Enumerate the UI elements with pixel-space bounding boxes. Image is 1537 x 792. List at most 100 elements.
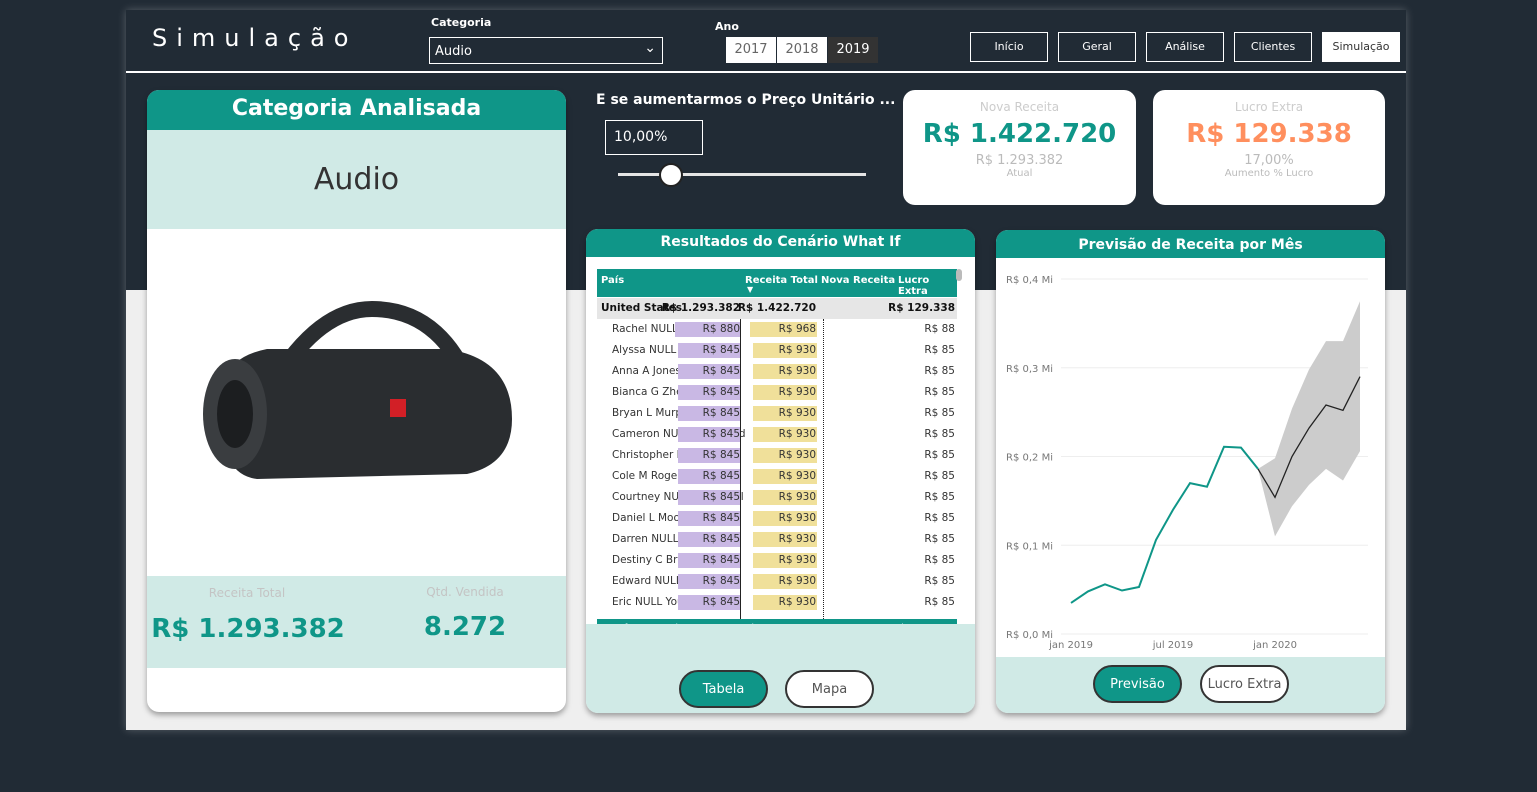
row-lucro: R$ 85 xyxy=(924,596,955,608)
table-row[interactable]: Courtney NULL Campbell R$ 845 R$ 930 R$ … xyxy=(597,487,957,508)
row-name: Cole M Rogers xyxy=(612,470,688,482)
table-row[interactable]: Cameron NULL McDonald R$ 845 R$ 930 R$ 8… xyxy=(597,424,957,445)
row-nova: R$ 930 xyxy=(778,512,816,524)
y-tick-label: R$ 0,2 Mi xyxy=(1006,453,1053,464)
row-nova: R$ 930 xyxy=(778,407,816,419)
table-row[interactable]: Daniel L Moore R$ 845 R$ 930 R$ 85 xyxy=(597,508,957,529)
whatif-value-input[interactable]: 10,00% xyxy=(605,120,703,155)
aumento-lucro-label: Aumento % Lucro xyxy=(1224,168,1314,179)
row-receita: R$ 845 xyxy=(702,365,740,377)
nova-receita-value: R$ 1.422.720 xyxy=(922,119,1117,149)
vertical-scrollbar[interactable] xyxy=(956,269,962,281)
row-nova: R$ 930 xyxy=(778,554,816,566)
group-row[interactable]: United States R$ 1.293.382 R$ 1.422.720 … xyxy=(597,298,957,319)
col-nova-receita[interactable]: Nova Receita xyxy=(821,275,895,286)
x-tick-label: jan 2019 xyxy=(1048,640,1093,651)
row-lucro: R$ 85 xyxy=(924,428,955,440)
results-table[interactable]: País Receita Total ▼ Nova Receita Lucro … xyxy=(597,269,962,646)
chevron-down-icon: ⌄ xyxy=(644,40,656,56)
row-lucro: R$ 85 xyxy=(924,575,955,587)
row-receita: R$ 845 xyxy=(702,428,740,440)
table-row[interactable]: Bryan L Murphy R$ 845 R$ 930 R$ 85 xyxy=(597,403,957,424)
row-lucro: R$ 85 xyxy=(924,554,955,566)
row-lucro: R$ 85 xyxy=(924,365,955,377)
x-tick-label: jan 2020 xyxy=(1252,640,1297,651)
mapa-button[interactable]: Mapa xyxy=(785,670,874,708)
nav-analise[interactable]: Análise xyxy=(1146,32,1224,62)
row-receita: R$ 845 xyxy=(702,386,740,398)
category-label: Categoria xyxy=(431,16,492,29)
whatif-label: E se aumentarmos o Preço Unitário ... xyxy=(596,92,896,108)
table-row[interactable]: Darren NULL Arun R$ 845 R$ 930 R$ 85 xyxy=(597,529,957,550)
table-row[interactable]: Christopher F Martinez R$ 845 R$ 930 R$ … xyxy=(597,445,957,466)
table-row[interactable]: Alyssa NULL Reed R$ 845 R$ 930 R$ 85 xyxy=(597,340,957,361)
row-receita: R$ 845 xyxy=(702,512,740,524)
row-nova: R$ 930 xyxy=(778,596,816,608)
row-nova: R$ 930 xyxy=(778,470,816,482)
x-tick-label: jul 2019 xyxy=(1152,640,1194,651)
year-2019-button[interactable]: 2019 xyxy=(828,37,878,63)
atual-label: Atual xyxy=(1006,168,1033,179)
col-pais[interactable]: País xyxy=(601,275,624,286)
qtd-vendida-label: Qtd. Vendida xyxy=(426,585,504,599)
row-nova: R$ 968 xyxy=(778,323,816,335)
whatif-slider-track[interactable] xyxy=(618,173,866,176)
group-lucro: R$ 129.338 xyxy=(888,302,955,314)
nav-geral[interactable]: Geral xyxy=(1058,32,1136,62)
category-card: Categoria Analisada Audio Receita Total … xyxy=(147,90,566,712)
y-tick-label: R$ 0,0 Mi xyxy=(1006,630,1053,641)
lucro-extra-button[interactable]: Lucro Extra xyxy=(1200,665,1289,703)
row-lucro: R$ 85 xyxy=(924,491,955,503)
col-lucro-extra[interactable]: Lucro Extra xyxy=(898,275,957,297)
chart-buttons-strip: Previsão Lucro Extra xyxy=(996,657,1385,713)
header-divider xyxy=(126,71,1406,73)
row-name: Anna A Jones xyxy=(612,365,681,377)
tabela-button[interactable]: Tabela xyxy=(679,670,768,708)
year-2017-button[interactable]: 2017 xyxy=(726,37,776,63)
receita-total-value: R$ 1.293.382 xyxy=(151,614,345,644)
table-row[interactable]: Edward NULL Jones R$ 845 R$ 930 R$ 85 xyxy=(597,571,957,592)
forecast-chart-card: Previsão de Receita por Mês R$ 0,0 Mi R$ … xyxy=(996,230,1385,713)
row-lucro: R$ 88 xyxy=(924,323,955,335)
nav-clientes[interactable]: Clientes xyxy=(1234,32,1312,62)
category-dropdown[interactable]: Audio ⌄ xyxy=(429,37,663,64)
forecast-line-chart[interactable]: R$ 0,0 Mi R$ 0,1 Mi R$ 0,2 Mi R$ 0,3 Mi R$ 0… xyxy=(996,258,1385,658)
row-lucro: R$ 85 xyxy=(924,512,955,524)
row-nova: R$ 930 xyxy=(778,365,816,377)
row-receita: R$ 880 xyxy=(702,323,740,335)
nova-receita-card: Nova Receita R$ 1.422.720 R$ 1.293.382 A… xyxy=(903,90,1136,205)
table-row[interactable]: Cole M Rogers R$ 845 R$ 930 R$ 85 xyxy=(597,466,957,487)
row-nova: R$ 930 xyxy=(778,575,816,587)
category-name: Audio xyxy=(147,130,566,229)
table-row[interactable]: Anna A Jones R$ 845 R$ 930 R$ 85 xyxy=(597,361,957,382)
actual-revenue-line xyxy=(1070,445,1259,604)
row-lucro: R$ 85 xyxy=(924,533,955,545)
row-nova: R$ 930 xyxy=(778,533,816,545)
atual-value: R$ 1.293.382 xyxy=(975,153,1064,168)
row-receita: R$ 845 xyxy=(702,407,740,419)
nav-inicio[interactable]: Início xyxy=(970,32,1048,62)
qtd-vendida-value: 8.272 xyxy=(423,612,507,642)
row-nova: R$ 930 xyxy=(778,386,816,398)
table-card-title: Resultados do Cenário What If xyxy=(586,229,975,257)
chart-card-title: Previsão de Receita por Mês xyxy=(996,230,1385,258)
row-lucro: R$ 85 xyxy=(924,407,955,419)
nav-simulacao[interactable]: Simulação xyxy=(1322,32,1400,62)
lucro-extra-title: Lucro Extra xyxy=(1234,100,1304,114)
previsao-button[interactable]: Previsão xyxy=(1093,665,1182,703)
aumento-lucro-value: 17,00% xyxy=(1244,153,1294,168)
col-receita-total[interactable]: Receita Total xyxy=(745,275,818,286)
table-row[interactable]: Bianca G Zheng R$ 845 R$ 930 R$ 85 xyxy=(597,382,957,403)
y-tick-label: R$ 0,1 Mi xyxy=(1006,541,1053,552)
table-row[interactable]: Rachel NULL Blue R$ 880 R$ 968 R$ 88 xyxy=(597,319,957,340)
year-2018-button[interactable]: 2018 xyxy=(777,37,827,63)
category-value: Audio xyxy=(435,44,472,59)
y-tick-label: R$ 0,4 Mi xyxy=(1006,275,1053,286)
row-receita: R$ 845 xyxy=(702,554,740,566)
table-row[interactable]: Destiny C Bryant R$ 845 R$ 930 R$ 85 xyxy=(597,550,957,571)
table-row[interactable]: Eric NULL Young R$ 845 R$ 930 R$ 85 xyxy=(597,592,957,613)
category-card-title: Categoria Analisada xyxy=(147,90,566,130)
row-receita: R$ 845 xyxy=(702,575,740,587)
whatif-slider-handle[interactable] xyxy=(659,163,683,187)
year-label: Ano xyxy=(715,20,739,33)
